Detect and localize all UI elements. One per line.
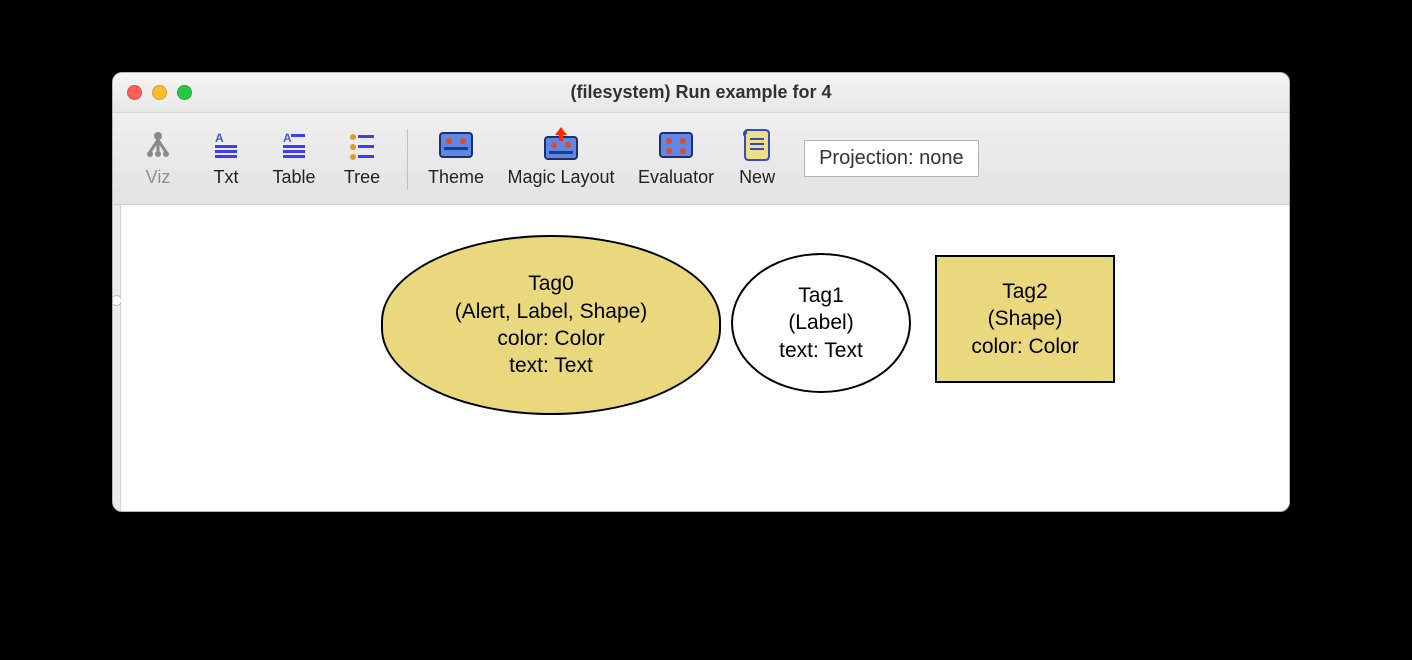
theme-icon — [436, 127, 476, 163]
projection-dropdown[interactable]: Projection: none — [804, 140, 979, 177]
tree-icon — [342, 127, 382, 163]
table-label: Table — [272, 167, 315, 188]
node-tag0-sub: (Alert, Label, Shape) — [455, 298, 648, 325]
magic-layout-button[interactable]: Magic Layout — [496, 118, 626, 200]
new-label: New — [739, 167, 775, 188]
table-button[interactable]: A Table — [263, 118, 325, 200]
node-tag1[interactable]: Tag1 (Label) text: Text — [731, 253, 911, 393]
node-tag0[interactable]: Tag0 (Alert, Label, Shape) color: Color … — [381, 235, 721, 415]
node-tag2-line3: color: Color — [971, 333, 1078, 360]
theme-label: Theme — [428, 167, 484, 188]
svg-text:A: A — [283, 131, 292, 145]
left-gutter[interactable] — [113, 205, 121, 511]
theme-button[interactable]: Theme — [422, 118, 490, 200]
viz-icon — [138, 127, 178, 163]
evaluator-icon — [656, 127, 696, 163]
viz-label: Viz — [146, 167, 171, 188]
node-tag1-sub: (Label) — [788, 309, 853, 336]
canvas-area: Tag0 (Alert, Label, Shape) color: Color … — [113, 205, 1289, 511]
magic-layout-label: Magic Layout — [508, 167, 615, 188]
magic-layout-icon — [541, 127, 581, 163]
txt-icon: A — [206, 127, 246, 163]
txt-label: Txt — [214, 167, 239, 188]
node-tag2-sub: (Shape) — [988, 305, 1063, 332]
node-tag0-line4: text: Text — [509, 352, 593, 379]
evaluator-label: Evaluator — [638, 167, 714, 188]
node-tag2-name: Tag2 — [1002, 278, 1048, 305]
new-button[interactable]: New — [726, 118, 788, 200]
node-tag2[interactable]: Tag2 (Shape) color: Color — [935, 255, 1115, 383]
evaluator-button[interactable]: Evaluator — [632, 118, 720, 200]
svg-text:A: A — [215, 131, 224, 145]
toolbar: Viz A Txt A — [113, 113, 1289, 205]
titlebar: (filesystem) Run example for 4 — [113, 73, 1289, 113]
projection-label: Projection: none — [819, 147, 964, 169]
window-title: (filesystem) Run example for 4 — [113, 82, 1289, 103]
node-tag0-name: Tag0 — [528, 270, 574, 297]
new-icon — [737, 127, 777, 163]
txt-button[interactable]: A Txt — [195, 118, 257, 200]
canvas[interactable]: Tag0 (Alert, Label, Shape) color: Color … — [121, 205, 1289, 511]
table-icon: A — [274, 127, 314, 163]
tree-label: Tree — [344, 167, 380, 188]
node-tag1-line3: text: Text — [779, 337, 863, 364]
tree-button[interactable]: Tree — [331, 118, 393, 200]
toolbar-separator — [407, 129, 408, 189]
node-tag1-name: Tag1 — [798, 282, 844, 309]
viz-button[interactable]: Viz — [127, 118, 189, 200]
app-window: (filesystem) Run example for 4 Viz A — [112, 72, 1290, 512]
node-tag0-line3: color: Color — [497, 325, 604, 352]
